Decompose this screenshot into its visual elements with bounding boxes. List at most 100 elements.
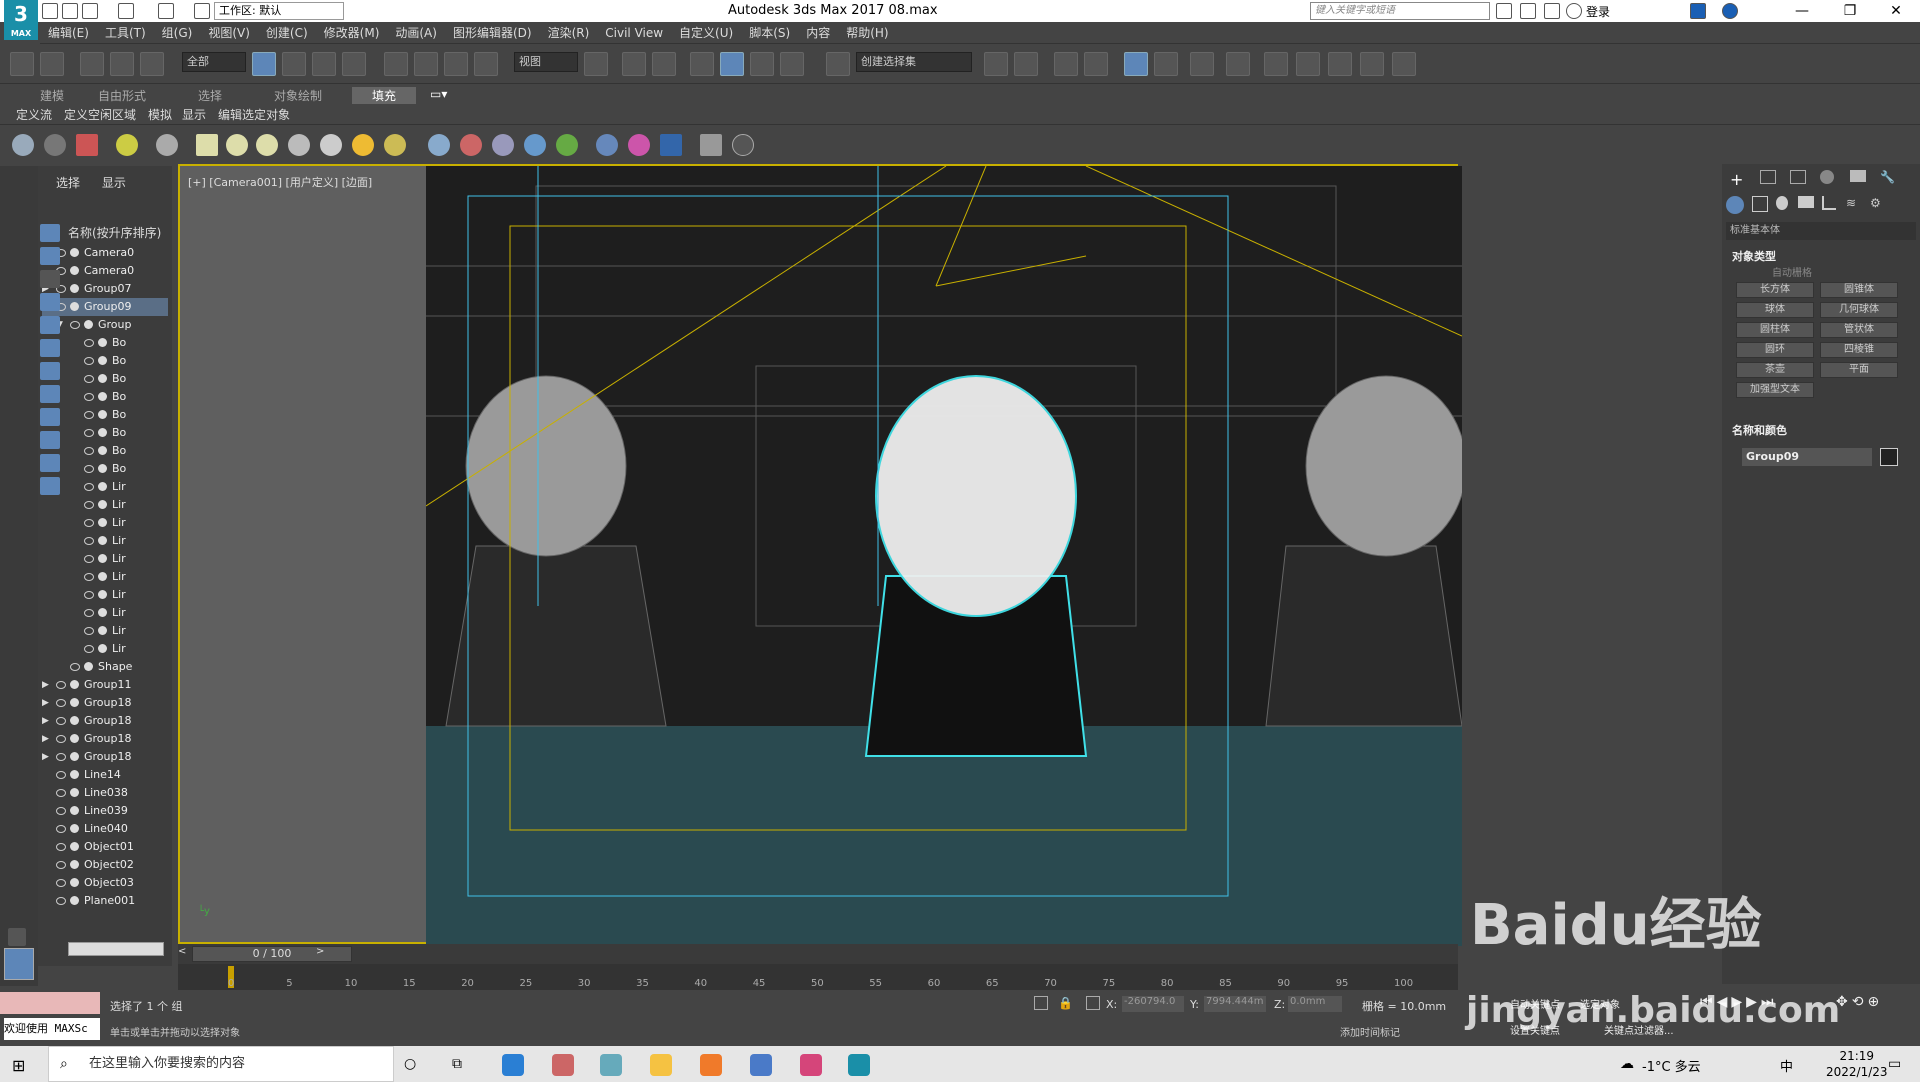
tree-row[interactable]: Bo [70, 406, 168, 424]
create-teapot-button[interactable]: 茶壶 [1736, 362, 1814, 378]
visibility-eye-icon[interactable] [84, 519, 94, 527]
filter-bones-icon[interactable] [40, 408, 60, 426]
menu-item[interactable]: Civil View [597, 22, 671, 44]
menu-item[interactable]: 修改器(M) [316, 22, 388, 44]
spacewarps-icon[interactable]: ≋ [1846, 196, 1856, 210]
minimize-button[interactable]: — [1780, 0, 1824, 22]
visibility-eye-icon[interactable] [84, 411, 94, 419]
tree-row[interactable]: ▼Group [56, 316, 168, 334]
ribbon-options-icon[interactable]: ▭▾ [430, 87, 447, 101]
dynamics-icon[interactable] [460, 134, 482, 156]
task-view-icon[interactable]: ⧉ [452, 1056, 462, 1072]
app-logo[interactable]: 3 MAX [4, 0, 38, 40]
tree-row[interactable]: Shape [56, 658, 168, 676]
filter-shapes-icon[interactable] [40, 247, 60, 265]
cloud-icon[interactable] [44, 134, 66, 156]
material-sphere-icon[interactable] [596, 134, 618, 156]
menu-item[interactable]: 视图(V) [200, 22, 258, 44]
freeze-dot-icon[interactable] [70, 878, 79, 887]
category-dropdown[interactable]: 标准基本体 [1726, 222, 1916, 240]
menu-item[interactable]: 帮助(H) [838, 22, 896, 44]
visibility-eye-icon[interactable] [84, 537, 94, 545]
placement-icon[interactable] [474, 52, 498, 76]
teapot-icon[interactable] [12, 134, 34, 156]
freeze-dot-icon[interactable] [70, 698, 79, 707]
sky-icon[interactable] [384, 134, 406, 156]
expand-arrow-icon[interactable]: ▶ [42, 676, 49, 694]
freeze-dot-icon[interactable] [70, 284, 79, 293]
login-button[interactable]: 登录 [1586, 3, 1610, 20]
freeze-dot-icon[interactable] [70, 896, 79, 905]
tab-display[interactable]: 显示 [102, 176, 126, 190]
camera-icon[interactable] [156, 134, 178, 156]
visibility-eye-icon[interactable] [84, 375, 94, 383]
freeze-dot-icon[interactable] [98, 536, 107, 545]
tree-row[interactable]: Lir [70, 478, 168, 496]
undo-icon[interactable] [10, 52, 34, 76]
object-name-field[interactable]: Group09 [1742, 448, 1872, 466]
unlink-icon[interactable] [110, 52, 134, 76]
restore-button[interactable]: ❐ [1828, 0, 1872, 22]
menu-item[interactable]: 工具(T) [97, 22, 154, 44]
tree-row[interactable]: Lir [70, 568, 168, 586]
named-selection-dropdown[interactable]: 创建选择集 [856, 52, 972, 72]
ribbon-tab[interactable]: 自由形式 [98, 87, 146, 104]
freeze-dot-icon[interactable] [98, 590, 107, 599]
visibility-eye-icon[interactable] [56, 771, 66, 779]
project-icon[interactable] [194, 3, 210, 19]
menu-item[interactable]: 自定义(U) [671, 22, 741, 44]
track-bar[interactable]: 0 5 10 15 20 25 30 35 40 45 50 55 60 65 70 75 80 85 90 95 10… [178, 964, 1458, 990]
sphere-icon[interactable] [256, 134, 278, 156]
weather-text[interactable]: -1°C 多云 [1642, 1056, 1701, 1075]
user-icon[interactable] [1566, 3, 1582, 19]
sun-icon[interactable] [352, 134, 374, 156]
camera-viewport[interactable]: [+] [Camera001] [用户定义] [边面] └y [178, 164, 1462, 946]
create-torus-button[interactable]: 圆环 [1736, 342, 1814, 358]
cameras-icon[interactable] [1798, 196, 1814, 208]
viewport-label[interactable]: [+] [Camera001] [用户定义] [边面] [188, 174, 372, 190]
geometry-icon[interactable] [1726, 196, 1744, 214]
redo-icon[interactable] [40, 52, 64, 76]
autogrid-checkbox[interactable]: 自动栅格 [1772, 264, 1812, 279]
tree-row[interactable]: Camera0 [42, 244, 168, 262]
tree-row[interactable]: Line039 [42, 802, 168, 820]
freeze-dot-icon[interactable] [98, 446, 107, 455]
visibility-eye-icon[interactable] [84, 501, 94, 509]
render-production-icon[interactable] [1328, 52, 1352, 76]
expand-arrow-icon[interactable]: ▶ [42, 730, 49, 748]
mirror-icon[interactable] [984, 52, 1008, 76]
freeze-dot-icon[interactable] [98, 572, 107, 581]
visibility-eye-icon[interactable] [84, 573, 94, 581]
undo-icon[interactable] [118, 3, 134, 19]
create-cylinder-button[interactable]: 圆柱体 [1736, 322, 1814, 338]
edge-icon[interactable] [502, 1054, 524, 1076]
menu-item[interactable]: 渲染(R) [540, 22, 598, 44]
freeze-dot-icon[interactable] [98, 410, 107, 419]
tree-row[interactable]: Bo [70, 352, 168, 370]
binoculars-icon[interactable] [1496, 3, 1512, 19]
freeze-dot-icon[interactable] [70, 716, 79, 725]
visibility-eye-icon[interactable] [84, 483, 94, 491]
toggle-ribbon-icon[interactable] [1084, 52, 1108, 76]
freeze-dot-icon[interactable] [98, 644, 107, 653]
visibility-eye-icon[interactable] [70, 663, 80, 671]
file-explorer-icon[interactable] [650, 1054, 672, 1076]
notification-icon[interactable]: ▭ [1888, 1056, 1901, 1072]
viewport-nav-controls[interactable]: ✥⟲⊕ [1836, 994, 1883, 1010]
tab-select[interactable]: 选择 [56, 176, 80, 190]
helpers-icon[interactable] [1822, 196, 1836, 210]
tree-row[interactable]: Line14 [42, 766, 168, 784]
image-viewer-icon[interactable] [800, 1054, 822, 1076]
freeze-dot-icon[interactable] [84, 662, 93, 671]
filter-xrefs-icon[interactable] [40, 385, 60, 403]
material-editor-icon[interactable] [1226, 52, 1250, 76]
maxscript-listener-icon[interactable] [4, 948, 34, 980]
create-geosphere-button[interactable]: 几何球体 [1820, 302, 1898, 318]
render-icon[interactable] [660, 134, 682, 156]
create-sphere-button[interactable]: 球体 [1736, 302, 1814, 318]
display-tab-icon[interactable] [1850, 170, 1866, 182]
tree-row[interactable]: Bo [70, 442, 168, 460]
tree-row[interactable]: Bo [70, 388, 168, 406]
menu-item[interactable]: 图形编辑器(D) [445, 22, 540, 44]
tree-row[interactable]: Lir [70, 514, 168, 532]
